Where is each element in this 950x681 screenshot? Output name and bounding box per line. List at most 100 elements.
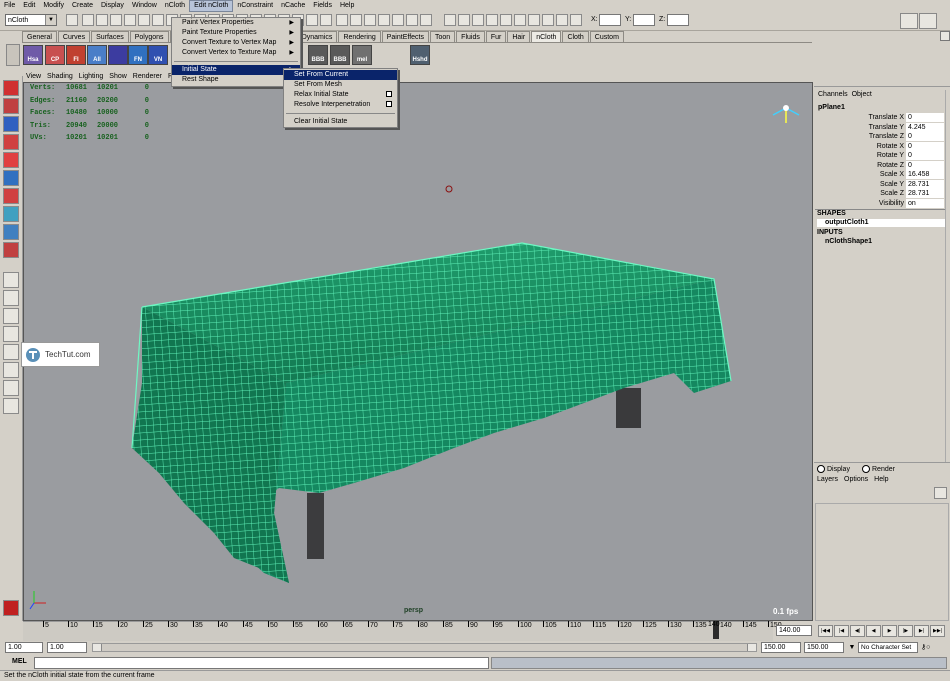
character-set-field[interactable]: No Character Set xyxy=(858,642,918,653)
menu-create[interactable]: Create xyxy=(68,0,97,12)
shelf-icon-hshd[interactable]: Hshd xyxy=(410,45,430,65)
view-cube-icon[interactable] xyxy=(772,105,800,123)
status-tool-icon[interactable] xyxy=(378,14,390,26)
channel-value[interactable]: 0 xyxy=(906,160,944,170)
chevron-down-icon[interactable]: ▼ xyxy=(45,15,56,25)
channel-box-toggle-icon[interactable] xyxy=(900,13,918,29)
channel-row-rotate-y[interactable]: Rotate Y0 xyxy=(814,151,946,160)
tab-fluids[interactable]: Fluids xyxy=(456,31,485,42)
channel-value[interactable]: 0 xyxy=(906,132,944,141)
option-box-icon[interactable] xyxy=(386,101,392,107)
tool-icon[interactable] xyxy=(3,134,19,150)
viewport-menu-lighting[interactable]: Lighting xyxy=(76,71,107,82)
tab-fur[interactable]: Fur xyxy=(485,31,507,42)
y-field[interactable] xyxy=(633,14,655,26)
shelf-icon-fn[interactable]: FN xyxy=(128,45,148,65)
status-tool-icon[interactable] xyxy=(138,14,150,26)
display-radio[interactable] xyxy=(817,465,825,473)
layer-list[interactable] xyxy=(815,503,949,621)
tab-custom[interactable]: Custom xyxy=(589,31,624,42)
menu-edit-ncloth[interactable]: Edit nCloth xyxy=(189,0,234,12)
perspective-viewport[interactable]: persp 0.1 fps xyxy=(23,82,813,621)
tool-icon[interactable] xyxy=(3,224,19,240)
channel-value[interactable]: 16.458 xyxy=(906,170,944,179)
tool-icon[interactable] xyxy=(3,116,19,132)
menu-item-convert-texture-to-vertex-map[interactable]: Convert Texture to Vertex Map ▶ xyxy=(172,38,300,48)
status-tool-icon[interactable] xyxy=(406,14,418,26)
menu-ncache[interactable]: nCache xyxy=(277,0,309,12)
channel-row-rotate-z[interactable]: Rotate Z0 xyxy=(814,160,946,170)
status-tool-icon[interactable] xyxy=(110,14,122,26)
go-to-end-icon[interactable]: ▶▶| xyxy=(930,625,945,637)
tab-object[interactable]: Object xyxy=(852,91,872,98)
viewport-menu-renderer[interactable]: Renderer xyxy=(130,71,165,82)
tool-icon[interactable] xyxy=(3,380,19,396)
shelf-icon-hsa[interactable]: Hsa xyxy=(23,45,43,65)
tab-general[interactable]: General xyxy=(22,31,57,42)
menu-item-set-from-mesh[interactable]: Set From Mesh xyxy=(284,80,397,90)
menu-display[interactable]: Display xyxy=(97,0,128,12)
tool-icon[interactable] xyxy=(3,242,19,258)
status-tool-icon[interactable] xyxy=(420,14,432,26)
menu-file[interactable]: File xyxy=(0,0,19,12)
tool-icon[interactable] xyxy=(3,80,19,96)
channel-value[interactable]: on xyxy=(906,198,944,208)
menu-item-initial-state[interactable]: Initial State▶ xyxy=(172,65,300,75)
mel-input[interactable] xyxy=(34,657,489,669)
status-tool-icon[interactable] xyxy=(542,14,554,26)
tool-icon[interactable] xyxy=(3,188,19,204)
tool-icon[interactable] xyxy=(3,290,19,306)
chevron-down-icon[interactable]: ▼ xyxy=(847,642,857,653)
status-tool-icon[interactable] xyxy=(66,14,78,26)
tool-icon[interactable] xyxy=(3,170,19,186)
shape-item[interactable]: outputCloth1 xyxy=(817,219,945,227)
step-forward-frame-icon[interactable]: |▶ xyxy=(898,625,913,637)
menu-edit[interactable]: Edit xyxy=(19,0,39,12)
channel-row-visibility[interactable]: Visibility on xyxy=(814,198,946,208)
menu-ncloth[interactable]: nCloth xyxy=(161,0,189,12)
shelf-menu-icon[interactable] xyxy=(6,44,20,66)
status-tool-icon[interactable] xyxy=(514,14,526,26)
shelf-close-icon[interactable] xyxy=(940,31,950,41)
tool-settings-toggle-icon[interactable] xyxy=(919,13,937,29)
status-tool-icon[interactable] xyxy=(392,14,404,26)
status-tool-icon[interactable] xyxy=(556,14,568,26)
channel-value[interactable]: 0 xyxy=(906,141,944,151)
tab-rendering[interactable]: Rendering xyxy=(338,31,381,42)
render-radio[interactable] xyxy=(862,465,870,473)
channel-value[interactable]: 0 xyxy=(906,151,944,160)
auto-key-icon[interactable]: ⚷○ xyxy=(921,642,947,653)
shelf-icon-bbb[interactable]: BBB xyxy=(330,45,350,65)
status-tool-icon[interactable] xyxy=(152,14,164,26)
status-tool-icon[interactable] xyxy=(96,14,108,26)
status-tool-icon[interactable] xyxy=(444,14,456,26)
tool-icon[interactable] xyxy=(3,398,19,414)
layer-menu-help[interactable]: Help xyxy=(874,476,888,483)
tab-curves[interactable]: Curves xyxy=(57,31,91,42)
channel-row-translate-z[interactable]: Translate Z0 xyxy=(814,132,946,141)
menu-window[interactable]: Window xyxy=(128,0,161,12)
tool-icon[interactable] xyxy=(3,152,19,168)
layer-menu-layers[interactable]: Layers xyxy=(817,476,838,483)
tab-cloth[interactable]: Cloth xyxy=(562,31,589,42)
tool-icon[interactable] xyxy=(3,272,19,288)
step-back-key-icon[interactable]: |◀ xyxy=(834,625,849,637)
tab-ncloth[interactable]: nCloth xyxy=(531,31,562,42)
channel-value[interactable]: 0 xyxy=(906,113,944,122)
shelf-icon-fi[interactable]: FI xyxy=(66,45,86,65)
layer-menu-options[interactable]: Options xyxy=(844,476,868,483)
tab-surfaces[interactable]: Surfaces xyxy=(91,31,129,42)
menu-item-paint-vertex-properties[interactable]: Paint Vertex Properties ▶ xyxy=(172,18,300,28)
go-to-start-icon[interactable]: |◀◀ xyxy=(818,625,833,637)
range-end-handle[interactable] xyxy=(747,644,756,651)
tab-dynamics[interactable]: Dynamics xyxy=(296,31,338,42)
shelf-icon-bbb[interactable]: BBB xyxy=(308,45,328,65)
end-time-field[interactable]: 150.00 xyxy=(804,642,844,653)
menu-item-clear-initial-state[interactable]: Clear Initial State xyxy=(284,117,397,127)
menu-item-set-from-current[interactable]: Set From Current xyxy=(284,70,397,80)
option-box-icon[interactable] xyxy=(386,91,392,97)
menu-nconstraint[interactable]: nConstraint xyxy=(233,0,277,12)
viewport-menu-show[interactable]: Show xyxy=(106,71,130,82)
status-tool-icon[interactable] xyxy=(350,14,362,26)
status-tool-icon[interactable] xyxy=(458,14,470,26)
